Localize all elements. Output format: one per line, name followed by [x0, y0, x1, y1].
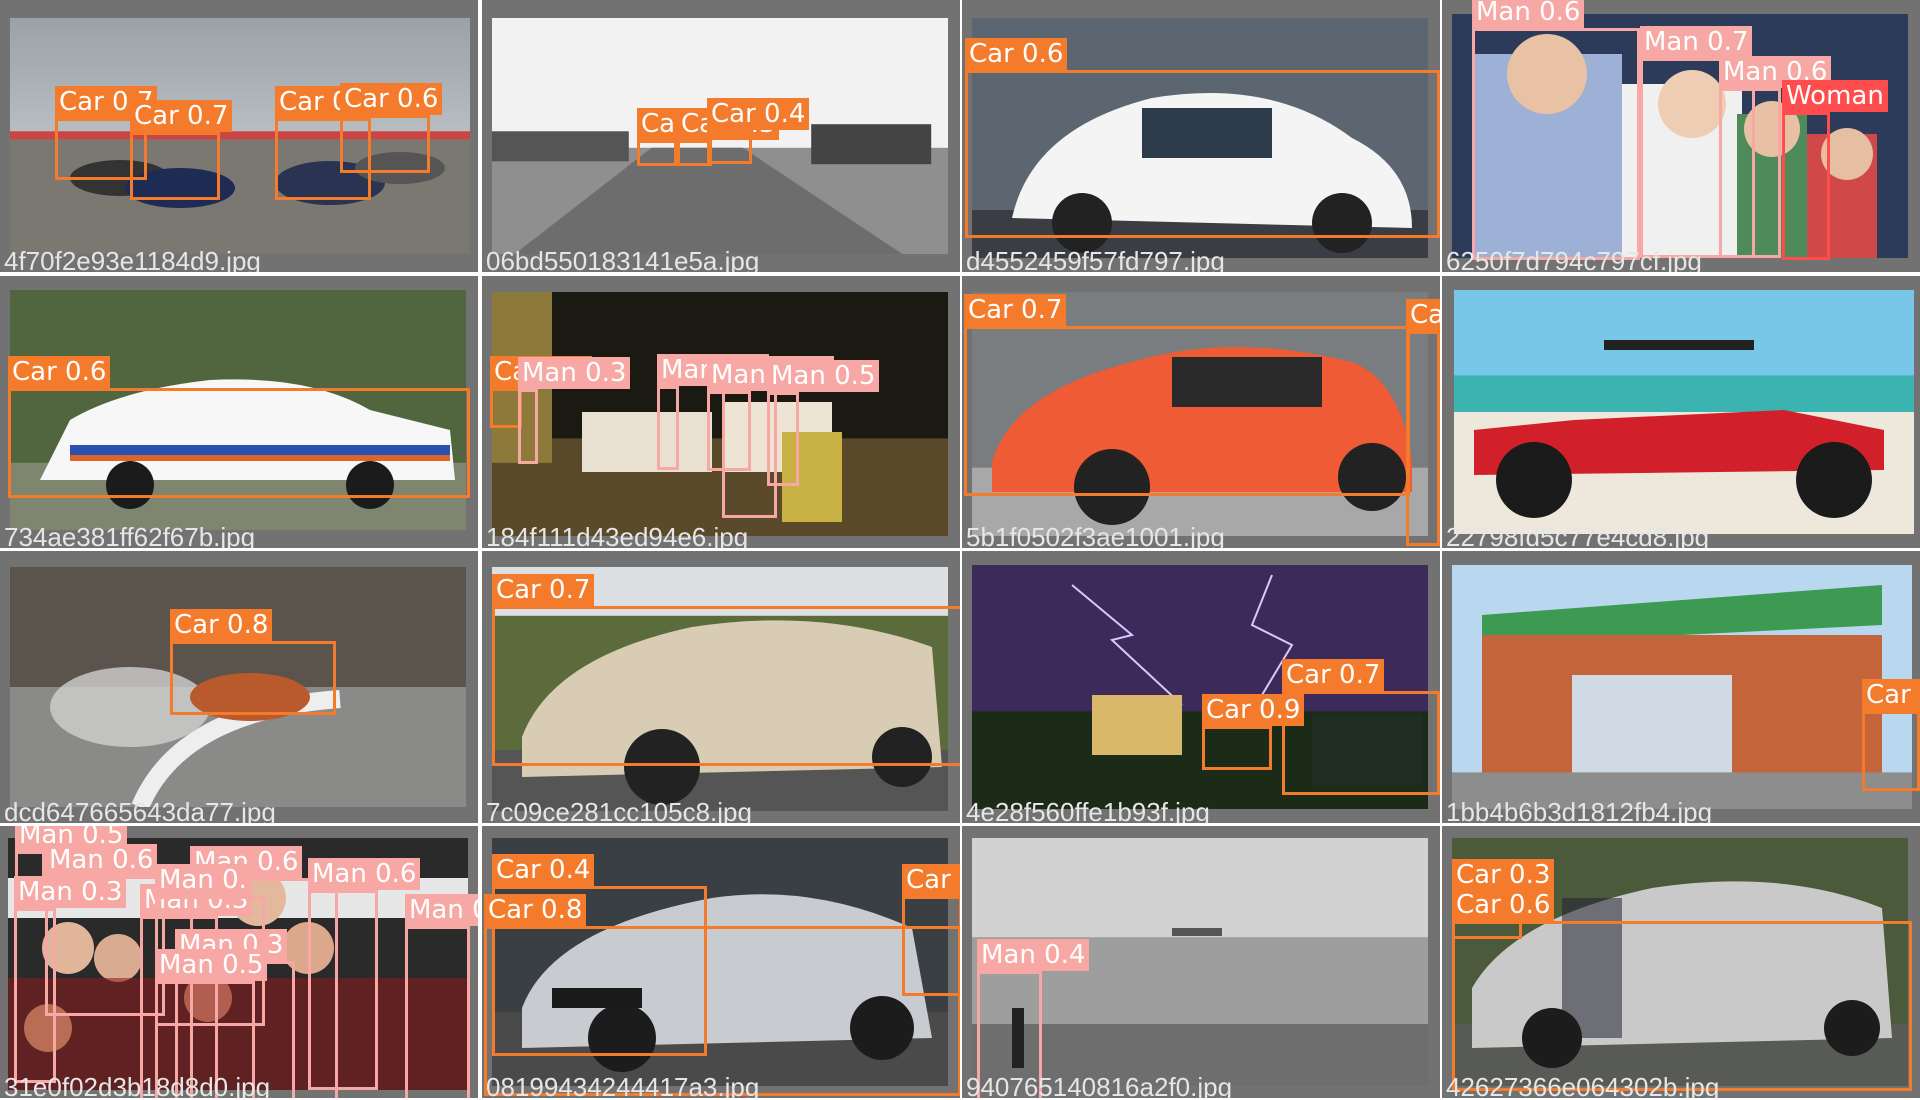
detection-box-man: Man 0.3	[518, 357, 631, 464]
detection-box-man: Man 0.3	[707, 359, 820, 471]
detection-box-man: Man 0.5	[405, 894, 478, 1098]
detection-label: Car 0.6	[1452, 889, 1555, 921]
detection-box-man: Man 0.6	[308, 858, 421, 1090]
detection-label: Car 0.3	[1452, 859, 1555, 891]
image-filename: dcd647665643da77.jpg	[4, 797, 276, 823]
image-filename: 6250f7d794c797cf.jpg	[1446, 246, 1702, 272]
detection-label: Man 0.3	[14, 876, 127, 908]
image-filename: 06bd550183141e5a.jpg	[486, 246, 760, 272]
detection-label: Car 0.8	[170, 609, 273, 641]
image-tile: Car 0.4 Car 0.8 Car 0.7 08199434244417a3.jp…	[482, 826, 960, 1098]
image-filename: 940765140816a2f0.jpg	[966, 1072, 1233, 1098]
image-filename: 22798fd5c77e4cd8.jpg	[1446, 522, 1710, 548]
detection-label: Car 0.7	[1282, 659, 1385, 691]
image-tile: Car 0. 1bb4b6b3d1812fb4.jpg	[1442, 551, 1920, 823]
detection-box-car: Car 0.7	[964, 294, 1410, 496]
image-filename: 4f70f2e93e1184d9.jpg	[4, 246, 261, 272]
detection-label: Man 0.6	[1472, 0, 1585, 28]
detection-box-car: Car 0.7	[492, 574, 960, 766]
detection-label: Car 0.6	[340, 83, 443, 115]
detection-label: Man 0.6	[45, 844, 158, 876]
image-filename: 42627366e064302b.jpg	[1446, 1072, 1720, 1098]
image-filename: 5b1f0502f3ae1001.jpg	[966, 522, 1225, 548]
detection-label: Man 0.3	[518, 357, 631, 389]
detection-label: Man 0.7	[1640, 26, 1753, 58]
image-filename: 08199434244417a3.jpg	[486, 1072, 760, 1098]
detection-label: Car 0.7	[492, 574, 595, 606]
detection-box-car: Car 0.6	[8, 356, 470, 498]
image-tile: Car 0.8 dcd647665643da77.jpg	[0, 551, 478, 823]
image-tile: Car 0.7 7c09ce281cc105c8.jpg	[482, 551, 960, 823]
image-tile: Car 0.7 Car 0.7 5b1f0502f3ae1001.jpg	[962, 276, 1440, 548]
detection-box-car: Car 0.7	[130, 100, 233, 200]
detection-box-woman: Woman	[1782, 80, 1888, 260]
image-tile: Car 0.6 734ae381ff62f67b.jpg	[0, 276, 478, 548]
detection-box-man: Man 0.6	[1719, 56, 1832, 258]
detection-box-car: Car 0.9	[1202, 694, 1305, 770]
image-filename: d4552459f57fd797.jpg	[966, 246, 1225, 272]
image-tile: Car 0.7 Car 0.7 Car 0.7 Car 0.6 4f70f2e93e11…	[0, 0, 478, 272]
image-tile: Car 0.3 Car 0.6 42627366e064302b.jpg	[1442, 826, 1920, 1098]
image-filename: 31e0f02d3b18d8d0.jpg	[4, 1072, 271, 1098]
detection-label: Man 0.	[155, 864, 251, 896]
detection-label: Car 0.6	[965, 38, 1068, 70]
image-filename: 184f111d43ed94e6.jpg	[486, 522, 749, 548]
image-tile: Car 0.7 Car 0.9 4e28f560ffe1b93f.jpg	[962, 551, 1440, 823]
detection-box-car: Car 0.4	[707, 98, 810, 164]
scene-image	[1452, 565, 1912, 809]
detection-label: Car 0.4	[707, 98, 810, 130]
image-filename: 4e28f560ffe1b93f.jpg	[966, 797, 1210, 823]
image-tile: Man 0.5 Man 0.6 Man 0.6 Man 0.3 Man 0.3 Man 0…	[0, 826, 478, 1098]
detection-box-man: Man 0.5	[767, 360, 880, 486]
detection-label: Man 0.4	[977, 939, 1090, 971]
image-tile: Man 0.4 940765140816a2f0.jpg	[962, 826, 1440, 1098]
detection-box-car: Car 0.8	[484, 894, 960, 1096]
image-filename: 1bb4b6b3d1812fb4.jpg	[1446, 797, 1713, 823]
detection-box-car: Car 0.7	[1282, 659, 1440, 795]
detection-box-car: Car 0.8	[170, 609, 336, 715]
detection-box-man: Man 0.6	[1472, 0, 1640, 260]
detection-box-car: Car 0.	[1862, 679, 1920, 791]
detection-box-car: Car 0.7	[1406, 299, 1440, 546]
detection-box-man: Man 0.	[155, 864, 265, 1026]
detection-label: Woman	[1782, 80, 1888, 112]
image-filename: 734ae381ff62f67b.jpg	[4, 522, 256, 548]
detection-label: Car 0.7	[130, 100, 233, 132]
detection-label: Car 0.	[1862, 679, 1920, 711]
scene-image	[1454, 290, 1914, 534]
detection-label: Man 0.5	[767, 360, 880, 392]
detection-label: Car 0.6	[8, 356, 111, 388]
detection-box-car: Car 0.7	[902, 864, 960, 996]
detection-box-man: Man 0.3	[657, 354, 770, 470]
detection-box-car: Car 0.6	[965, 38, 1440, 238]
detection-label: Car 0.4	[492, 854, 595, 886]
image-tile: Man 0.6 Man 0.7 Man 0.6 Woman 6250f7d794c797…	[1442, 0, 1920, 272]
image-tile: Car 0.3Car 0.3Car 0.406bd550183141e5a.jp…	[482, 0, 960, 272]
detection-box-car: Car 0.6	[340, 83, 443, 173]
image-tile: Car 0.6 d4552459f57fd797.jpg	[962, 0, 1440, 272]
detection-box-car: Car 0.6	[1452, 889, 1912, 1091]
detection-label: Car 0.9	[1202, 694, 1305, 726]
image-tile: Car 0.4Man 0.3Man 0.3Man 0.4Man 0.3Man 0…	[482, 276, 960, 548]
detection-label: Man 0.5	[405, 894, 478, 926]
detection-label: Man 0.6	[308, 858, 421, 890]
detection-label: Car 0.7	[964, 294, 1067, 326]
detection-grid: Car 0.7 Car 0.7 Car 0.7 Car 0.6 4f70f2e93e11…	[0, 0, 1920, 1100]
detection-label: Car 0.7	[1406, 299, 1440, 331]
image-tile: 22798fd5c77e4cd8.jpg	[1442, 276, 1920, 548]
detection-box-man: Man 0.3	[14, 876, 127, 1083]
detection-label: Car 0.8	[484, 894, 587, 926]
detection-box-car: Car 0.3	[637, 108, 740, 166]
detection-label: Car 0.7	[902, 864, 960, 896]
image-filename: 7c09ce281cc105c8.jpg	[486, 797, 752, 823]
